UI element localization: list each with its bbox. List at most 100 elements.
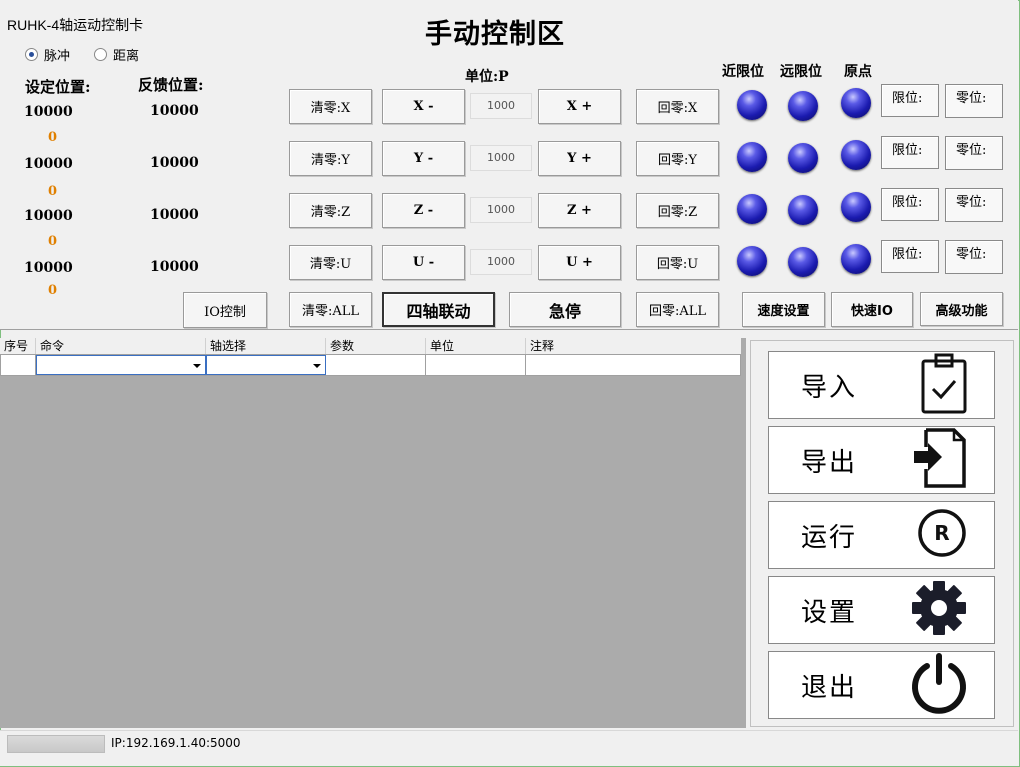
home-z-button[interactable]: 回零:Z — [636, 193, 719, 228]
zero-value-z: 0 — [48, 234, 58, 249]
u-plus-button[interactable]: U + — [538, 245, 621, 280]
z-step-input[interactable]: 1000 — [470, 197, 532, 223]
set-position-z: 10000 — [24, 208, 73, 224]
advanced-functions-button[interactable]: 高级功能 — [920, 292, 1003, 326]
z-origin-led-icon — [841, 192, 871, 222]
origin-header: 原点 — [844, 64, 872, 80]
settings-button[interactable]: 设置 — [768, 576, 995, 644]
column-header-unit[interactable]: 单位 — [426, 338, 526, 354]
set-position-header: 设定位置: — [25, 78, 91, 96]
y-plus-button[interactable]: Y + — [538, 141, 621, 176]
y-limit-box: 限位: — [881, 136, 939, 169]
exit-label: 退出 — [801, 672, 858, 703]
column-header-note[interactable]: 注释 — [526, 338, 741, 354]
clear-y-button[interactable]: 清零:Y — [289, 141, 372, 176]
z-far-limit-led-icon — [788, 195, 818, 225]
column-header-command[interactable]: 命令 — [36, 338, 206, 354]
z-minus-button[interactable]: Z - — [382, 193, 465, 228]
chevron-down-icon — [313, 364, 321, 368]
home-all-button[interactable]: 回零:ALL — [636, 292, 719, 327]
far-limit-header: 远限位 — [780, 64, 822, 80]
quick-io-button[interactable]: 快速IO — [831, 292, 913, 327]
exit-button[interactable]: 退出 — [768, 651, 995, 719]
svg-text:R: R — [934, 521, 949, 545]
clear-x-button[interactable]: 清零:X — [289, 89, 372, 124]
z-near-limit-led-icon — [737, 194, 767, 224]
y-step-input[interactable]: 1000 — [470, 145, 532, 171]
mode-radio-pulse-label: 脉冲 — [44, 49, 71, 64]
progress-bar — [7, 735, 105, 753]
emergency-stop-button[interactable]: 急停 — [509, 292, 621, 327]
radio-off-icon — [94, 48, 107, 61]
z-limit-box: 限位: — [881, 188, 939, 221]
x-step-input[interactable]: 1000 — [470, 93, 532, 119]
run-button[interactable]: 运行 R — [768, 501, 995, 569]
column-header-index[interactable]: 序号 — [0, 338, 36, 354]
z-plus-button[interactable]: Z + — [538, 193, 621, 228]
table-row[interactable] — [0, 354, 741, 376]
program-grid[interactable]: 序号 命令 轴选择 参数 单位 注释 — [0, 338, 746, 728]
home-y-button[interactable]: 回零:Y — [636, 141, 719, 176]
command-select[interactable] — [36, 355, 206, 375]
cell-note[interactable] — [526, 355, 740, 375]
y-minus-button[interactable]: Y - — [382, 141, 465, 176]
progress-fill — [8, 736, 104, 752]
x-near-limit-led-icon — [737, 90, 767, 120]
mode-radio-pulse[interactable]: 脉冲 — [25, 45, 70, 64]
x-limit-box: 限位: — [881, 84, 939, 117]
cell-unit[interactable] — [426, 355, 526, 375]
status-bar: IP:192.169.1.40:5000 — [0, 730, 1018, 766]
zero-value-u: 0 — [48, 283, 58, 298]
axis-select[interactable] — [206, 355, 326, 375]
unit-label: 单位:P — [465, 69, 509, 85]
column-header-axis[interactable]: 轴选择 — [206, 338, 326, 354]
feedback-position-y: 10000 — [150, 155, 199, 171]
feedback-position-header: 反馈位置: — [138, 76, 204, 94]
x-far-limit-led-icon — [788, 91, 818, 121]
cell-param[interactable] — [326, 355, 426, 375]
cell-index[interactable] — [1, 355, 36, 375]
x-zero-box: 零位: — [945, 84, 1003, 118]
set-position-x: 10000 — [24, 104, 73, 120]
u-step-input[interactable]: 1000 — [470, 249, 532, 275]
export-icon — [912, 427, 968, 493]
chevron-down-icon — [193, 364, 201, 368]
feedback-position-x: 10000 — [150, 103, 199, 119]
clear-u-button[interactable]: 清零:U — [289, 245, 372, 280]
import-button[interactable]: 导入 — [768, 351, 995, 419]
radio-on-icon — [25, 48, 38, 61]
y-near-limit-led-icon — [737, 142, 767, 172]
u-minus-button[interactable]: U - — [382, 245, 465, 280]
x-minus-button[interactable]: X - — [382, 89, 465, 124]
clear-z-button[interactable]: 清零:Z — [289, 193, 372, 228]
home-x-button[interactable]: 回零:X — [636, 89, 719, 124]
export-button[interactable]: 导出 — [768, 426, 995, 494]
power-icon — [910, 652, 968, 718]
x-plus-button[interactable]: X + — [538, 89, 621, 124]
mode-radio-distance[interactable]: 距离 — [94, 45, 139, 64]
import-label: 导入 — [801, 372, 858, 403]
feedback-position-u: 10000 — [150, 259, 199, 275]
u-near-limit-led-icon — [737, 246, 767, 276]
column-header-param[interactable]: 参数 — [326, 338, 426, 354]
x-origin-led-icon — [841, 88, 871, 118]
clear-all-button[interactable]: 清零:ALL — [289, 292, 372, 327]
y-far-limit-led-icon — [788, 143, 818, 173]
run-r-icon: R — [916, 507, 968, 563]
gear-icon — [910, 579, 968, 641]
home-u-button[interactable]: 回零:U — [636, 245, 719, 280]
export-label: 导出 — [801, 447, 858, 478]
set-position-y: 10000 — [24, 156, 73, 172]
near-limit-header: 近限位 — [722, 64, 764, 80]
u-limit-box: 限位: — [881, 240, 939, 273]
io-control-button[interactable]: IO控制 — [183, 292, 267, 328]
ip-address-text: IP:192.169.1.40:5000 — [111, 736, 241, 750]
four-axis-link-button[interactable]: 四轴联动 — [382, 292, 495, 327]
speed-settings-button[interactable]: 速度设置 — [742, 292, 825, 327]
zero-value-x: 0 — [48, 130, 58, 145]
y-origin-led-icon — [841, 140, 871, 170]
u-zero-box: 零位: — [945, 240, 1003, 274]
y-zero-box: 零位: — [945, 136, 1003, 170]
u-far-limit-led-icon — [788, 247, 818, 277]
mode-radio-distance-label: 距离 — [113, 49, 140, 64]
